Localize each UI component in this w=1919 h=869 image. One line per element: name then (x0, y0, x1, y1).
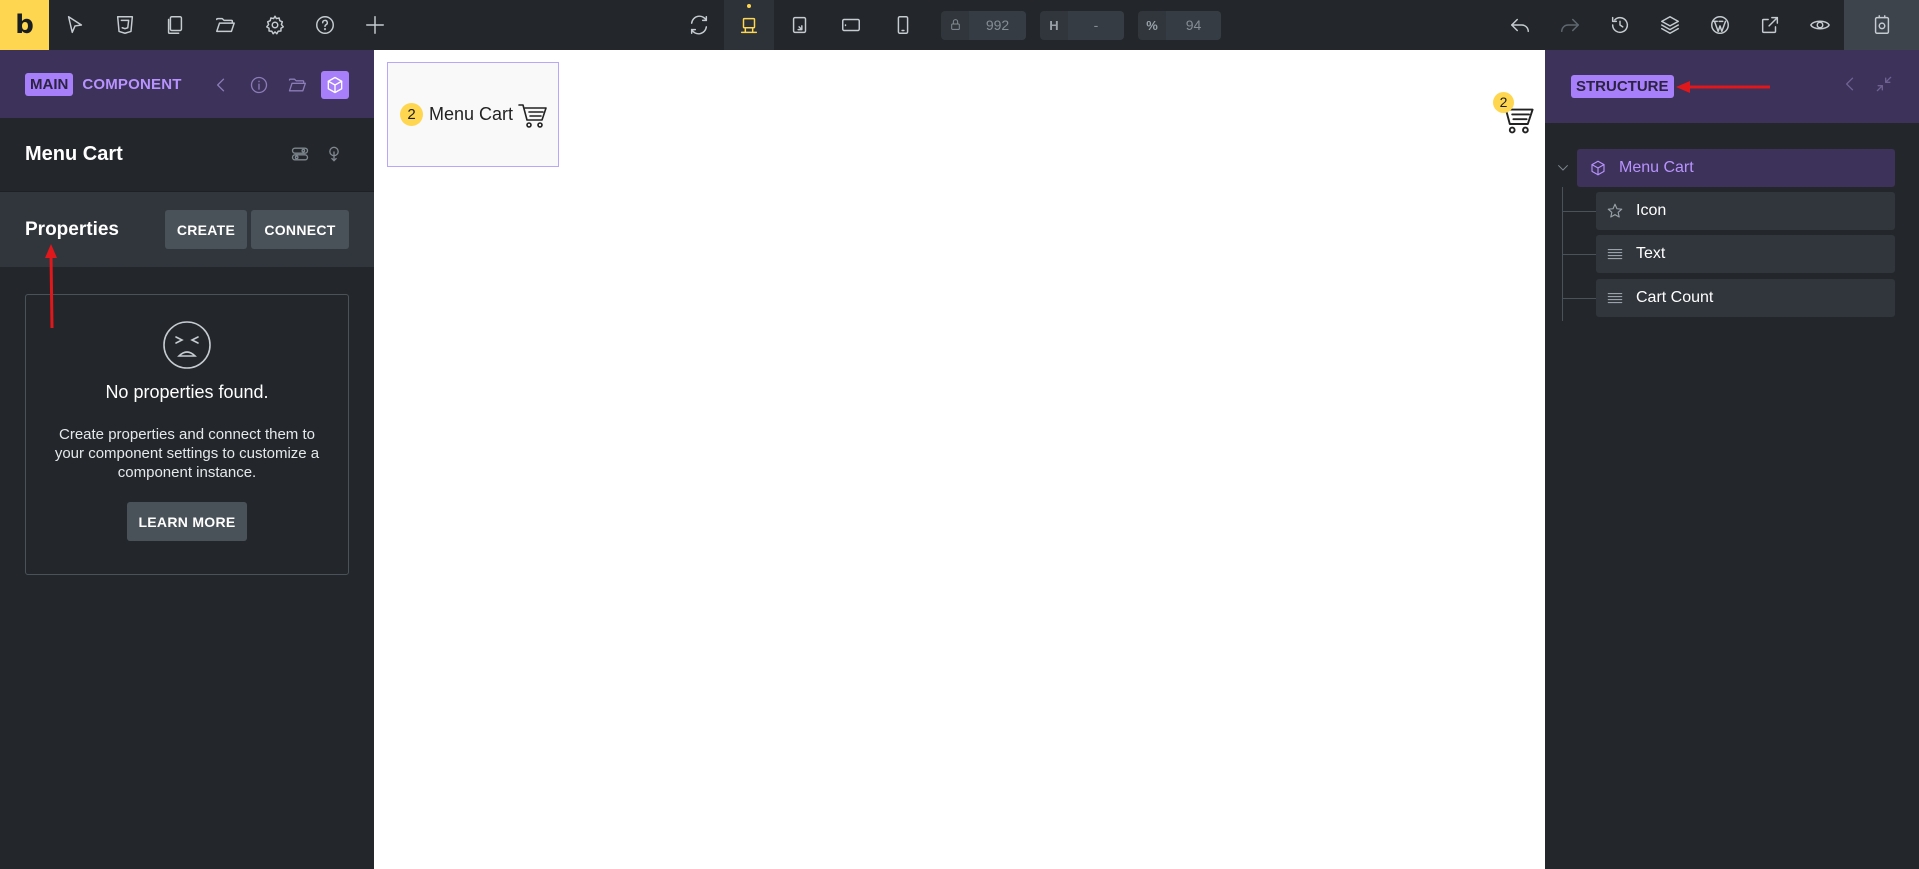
tree-item-label: Icon (1636, 202, 1667, 219)
component-name-row: Menu Cart (0, 118, 374, 192)
header-cart[interactable]: 2 (1493, 92, 1534, 134)
tree-item-icon[interactable]: Icon (1596, 192, 1895, 230)
star-icon (1607, 203, 1623, 218)
component-box-icon[interactable] (321, 71, 349, 99)
save-icon[interactable] (1844, 0, 1919, 50)
tree-item-label: Cart Count (1636, 289, 1714, 306)
select-element-icon[interactable] (50, 0, 100, 50)
chevron-down-icon[interactable] (1555, 160, 1571, 181)
builder-canvas[interactable]: 2 Menu Cart 2 (374, 50, 1545, 869)
structure-header: STRUCTURE (1545, 50, 1919, 123)
back-chevron-icon[interactable] (207, 71, 235, 99)
help-icon[interactable] (300, 0, 350, 50)
canvas-width-field[interactable]: 992 (941, 11, 1026, 40)
component-name: Menu Cart (25, 143, 123, 165)
empty-title: No properties found. (105, 382, 269, 402)
breakpoint-mobile-icon[interactable] (878, 0, 928, 50)
css-icon[interactable] (100, 0, 150, 50)
menu-cart-text: Menu Cart (429, 104, 514, 124)
frustrated-face-icon (162, 320, 212, 370)
component-header: MAIN COMPONENT (0, 50, 374, 118)
tree-item-label: Text (1636, 245, 1666, 262)
interaction-icon[interactable] (324, 144, 344, 169)
canvas-zoom-field[interactable]: % 94 (1138, 11, 1221, 40)
structure-tag: STRUCTURE (1571, 75, 1674, 98)
external-link-icon[interactable] (1745, 0, 1795, 50)
text-lines-icon (1607, 248, 1623, 260)
collapse-chevron-icon[interactable] (1840, 74, 1860, 99)
connect-button[interactable]: CONNECT (251, 210, 349, 249)
history-icon[interactable] (1595, 0, 1645, 50)
text-lines-icon (1607, 292, 1623, 304)
left-panel: MAIN COMPONENT Menu Cart Properties CREA… (0, 50, 374, 869)
refresh-icon[interactable] (674, 0, 724, 50)
tree-item-cart-count[interactable]: Cart Count (1596, 279, 1895, 317)
undo-icon[interactable] (1495, 0, 1545, 50)
preview-eye-icon[interactable] (1795, 0, 1845, 50)
tree-item-text[interactable]: Text (1596, 235, 1895, 273)
main-tag: MAIN (25, 72, 74, 96)
properties-row: Properties CREATE CONNECT (0, 192, 374, 267)
builder-logo[interactable]: b (0, 0, 49, 50)
wordpress-icon[interactable] (1695, 0, 1745, 50)
pages-icon[interactable] (150, 0, 200, 50)
lock-icon[interactable] (941, 18, 969, 34)
empty-properties-box: No properties found. Create properties a… (25, 294, 349, 575)
top-toolbar: b 992 H - % 94 (0, 0, 1919, 50)
canvas-zoom-value[interactable]: 94 (1166, 11, 1221, 40)
add-icon[interactable] (350, 0, 400, 50)
redo-icon[interactable] (1545, 0, 1595, 50)
canvas-height-value[interactable]: - (1068, 11, 1124, 40)
empty-description: Create properties and connect them to yo… (54, 426, 320, 481)
cart-icon (518, 100, 548, 130)
settings-gear-icon[interactable] (250, 0, 300, 50)
breakpoint-tablet-icon[interactable] (826, 0, 876, 50)
tree-item-menu-cart[interactable]: Menu Cart (1577, 149, 1895, 187)
tree-item-label: Menu Cart (1619, 159, 1694, 176)
create-button[interactable]: CREATE (165, 210, 247, 249)
learn-more-button[interactable]: LEARN MORE (127, 502, 247, 541)
component-box-icon (1591, 160, 1605, 176)
folder-icon[interactable] (200, 0, 250, 50)
breakpoint-desktop-icon[interactable] (724, 0, 774, 50)
structure-panel: STRUCTURE Menu Cart Icon Text Cart Count (1545, 50, 1919, 869)
properties-title: Properties (25, 218, 119, 240)
tree-connector-tick (1562, 298, 1596, 299)
canvas-width-value[interactable]: 992 (969, 11, 1026, 40)
component-tag: COMPONENT (82, 75, 182, 93)
cart-count-badge: 2 (400, 103, 423, 126)
tree-connector-tick (1562, 211, 1596, 212)
breakpoint-tablet-landscape-icon[interactable] (775, 0, 825, 50)
menu-cart-preview[interactable]: 2 Menu Cart (387, 62, 559, 167)
header-cart-badge: 2 (1493, 92, 1514, 113)
layers-icon[interactable] (1645, 0, 1695, 50)
toggle-settings-icon[interactable] (290, 144, 310, 169)
info-icon[interactable] (245, 71, 273, 99)
canvas-height-field[interactable]: H - (1040, 11, 1124, 40)
zoom-label: % (1146, 18, 1158, 33)
tree-connector-tick (1562, 254, 1596, 255)
minimize-icon[interactable] (1874, 74, 1894, 99)
height-label: H (1049, 18, 1059, 33)
open-folder-icon[interactable] (283, 71, 311, 99)
